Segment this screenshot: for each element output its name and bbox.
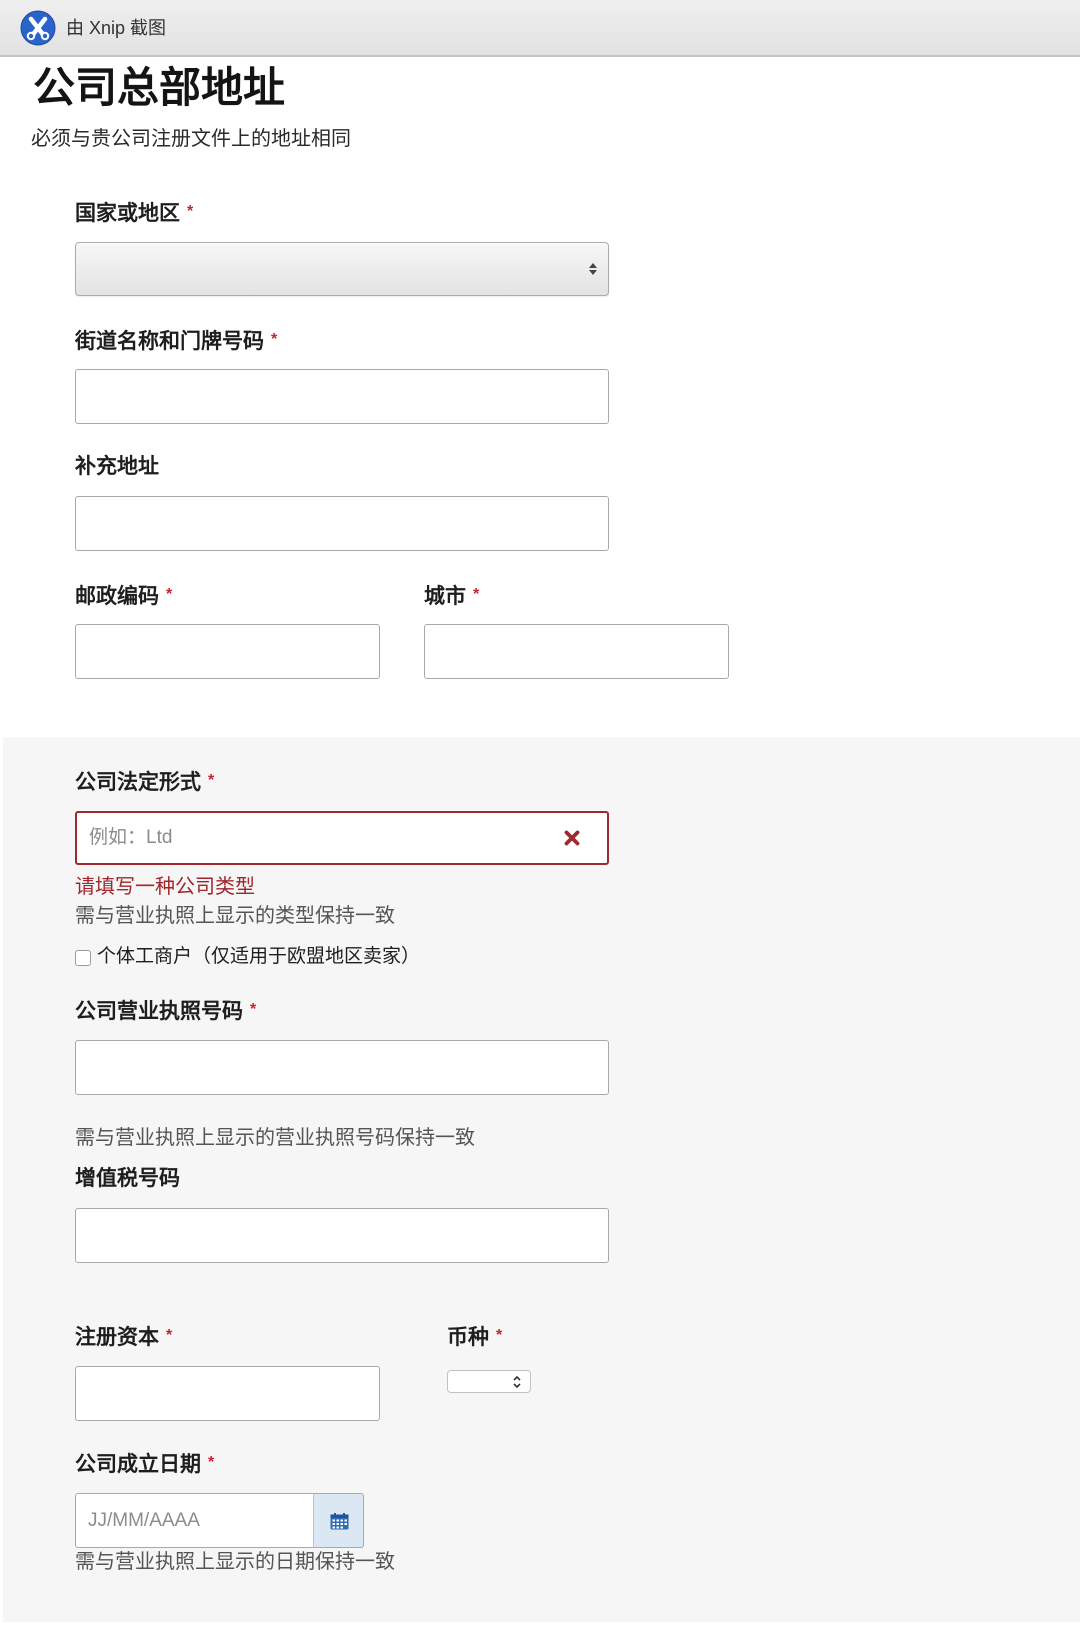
sole-trader-label[interactable]: 个体工商户（仅适用于欧盟地区卖家）	[97, 945, 420, 969]
street-label: 街道名称和门牌号码 *	[75, 328, 277, 354]
required-marker: *	[166, 586, 173, 603]
license-number-help: 需与营业执照上显示的营业执照号码保持一致	[75, 1127, 475, 1149]
capture-bar: 由 Xnip 截图	[0, 0, 1080, 57]
address-line-2-label: 补充地址	[75, 455, 159, 479]
sole-trader-checkbox[interactable]	[75, 950, 91, 966]
license-number-label-text: 公司营业执照号码	[75, 1000, 243, 1023]
page-subtitle: 必须与贵公司注册文件上的地址相同	[31, 128, 351, 150]
founding-date-label-text: 公司成立日期	[75, 1453, 201, 1476]
country-label: 国家或地区 *	[75, 200, 193, 226]
legal-form-input[interactable]	[75, 811, 609, 865]
required-marker: *	[208, 1454, 215, 1471]
legal-form-error: 请填写一种公司类型	[75, 876, 255, 898]
address-line-2-input[interactable]	[75, 496, 609, 551]
country-label-text: 国家或地区	[75, 202, 180, 225]
country-select[interactable]	[75, 242, 609, 296]
postal-code-label: 邮政编码 *	[75, 583, 172, 609]
required-marker: *	[473, 586, 480, 603]
founding-date-label: 公司成立日期 *	[75, 1451, 214, 1477]
calendar-icon	[330, 1513, 349, 1530]
legal-form-label: 公司法定形式 *	[75, 769, 214, 795]
page-title: 公司总部地址	[33, 64, 286, 111]
close-icon[interactable]	[563, 829, 581, 847]
license-number-input[interactable]	[75, 1040, 609, 1095]
chevron-up-down-icon	[513, 1375, 521, 1389]
required-marker: *	[250, 1001, 257, 1018]
xnip-logo-icon	[20, 10, 56, 46]
legal-form-help: 需与营业执照上显示的类型保持一致	[75, 905, 395, 927]
required-marker: *	[496, 1327, 503, 1344]
sort-arrows-icon	[589, 263, 597, 275]
postal-code-input[interactable]	[75, 624, 380, 679]
currency-select[interactable]	[447, 1370, 531, 1393]
currency-label: 币种 *	[447, 1324, 502, 1350]
license-number-label: 公司营业执照号码 *	[75, 998, 256, 1024]
postal-code-label-text: 邮政编码	[75, 585, 159, 608]
vat-number-input[interactable]	[75, 1208, 609, 1263]
city-label-text: 城市	[424, 585, 466, 608]
legal-form-label-text: 公司法定形式	[75, 771, 201, 794]
currency-label-text: 币种	[447, 1326, 489, 1349]
vat-number-label: 增值税号码	[75, 1167, 180, 1191]
required-marker: *	[208, 772, 215, 789]
capture-label: 由 Xnip 截图	[66, 18, 167, 38]
address-line-2-label-text: 补充地址	[75, 455, 159, 478]
founding-date-help: 需与营业执照上显示的日期保持一致	[75, 1551, 395, 1573]
street-label-text: 街道名称和门牌号码	[75, 330, 264, 353]
required-marker: *	[271, 331, 278, 348]
required-marker: *	[166, 1327, 173, 1344]
registered-capital-label-text: 注册资本	[75, 1326, 159, 1349]
city-input[interactable]	[424, 624, 729, 679]
registered-capital-input[interactable]	[75, 1366, 380, 1421]
street-input[interactable]	[75, 369, 609, 424]
registered-capital-label: 注册资本 *	[75, 1324, 172, 1350]
vat-number-label-text: 增值税号码	[75, 1167, 180, 1190]
city-label: 城市 *	[424, 583, 479, 609]
founding-date-input[interactable]	[75, 1493, 314, 1548]
required-marker: *	[187, 203, 194, 220]
calendar-button[interactable]	[313, 1493, 364, 1548]
